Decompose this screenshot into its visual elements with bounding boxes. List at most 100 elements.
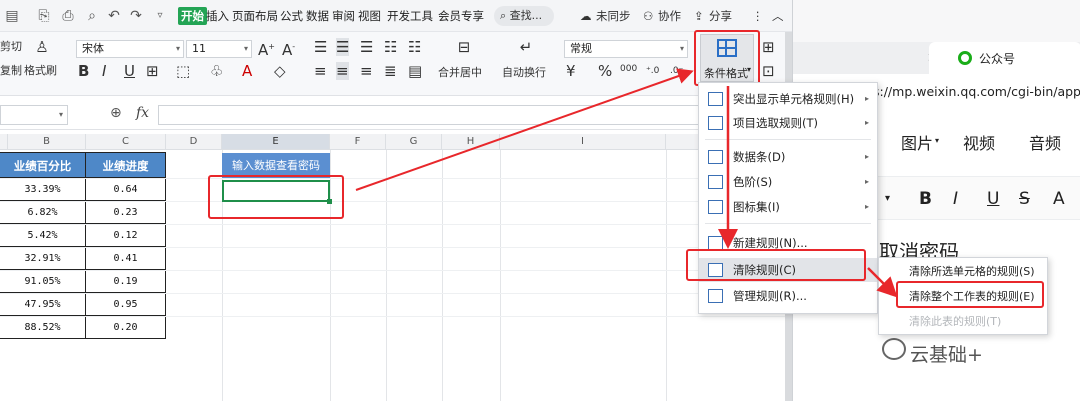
menu-item-highlight-rules[interactable]: 突出显示单元格规则(H) ▸ xyxy=(699,87,877,111)
bold-button[interactable]: B xyxy=(919,189,932,209)
column-header-h[interactable]: H xyxy=(442,134,500,150)
merge-center-button[interactable]: 合并居中 xyxy=(438,66,482,80)
column-header-f[interactable]: F xyxy=(330,134,386,150)
tab-view[interactable]: 视图 xyxy=(357,7,382,25)
column-header-i[interactable]: I xyxy=(500,134,666,150)
table-cell[interactable]: 5.42% xyxy=(0,225,86,247)
tab-developer[interactable]: 开发工具 xyxy=(386,7,434,25)
number-format-select[interactable]: 常规 ▾ xyxy=(564,40,688,58)
menu-item-icon-sets[interactable]: 图标集(I) ▸ xyxy=(699,195,877,219)
tab-insert[interactable]: 插入 xyxy=(205,7,230,25)
cell-style-icon[interactable]: ⊡ xyxy=(762,62,775,80)
redo-icon[interactable]: ↷ xyxy=(126,6,146,26)
browser-tab[interactable]: 公众号 xyxy=(929,42,1080,74)
menu-item-manage-rules[interactable]: 管理规则(R)... xyxy=(699,284,877,308)
italic-icon[interactable]: I xyxy=(102,62,106,80)
align-top-icon[interactable]: ☰ xyxy=(314,38,327,56)
table-cell[interactable]: 47.95% xyxy=(0,294,86,316)
file-icon[interactable]: ▤ xyxy=(2,6,22,26)
format-painter-icon[interactable]: ♙ xyxy=(32,38,52,56)
column-header-b[interactable]: B xyxy=(8,134,86,150)
increase-font-icon[interactable]: A+ xyxy=(258,38,275,59)
table-header-progress[interactable]: 业绩进度 xyxy=(86,152,166,178)
menu-item-data-bars[interactable]: 数据条(D) ▸ xyxy=(699,145,877,169)
formula-input[interactable] xyxy=(158,105,792,125)
strikethrough-button[interactable]: S xyxy=(1019,189,1030,209)
decrease-decimal-icon[interactable]: .0⁻ xyxy=(670,62,683,80)
font-size-select[interactable]: 11 ▾ xyxy=(186,40,252,58)
quick-access-dropdown-icon[interactable]: ▿ xyxy=(150,6,170,26)
merge-center-icon[interactable]: ⊟ xyxy=(452,38,476,56)
align-center-icon[interactable]: ≡ xyxy=(336,62,349,80)
column-header-e[interactable]: E xyxy=(222,134,330,150)
print-icon[interactable]: ⎙ xyxy=(58,6,78,26)
menu-item-top-bottom-rules[interactable]: 项目选取规则(T) ▸ xyxy=(699,111,877,135)
border-icon[interactable]: ⊞ xyxy=(146,62,159,80)
undo-icon[interactable]: ↶ xyxy=(104,6,124,26)
tab-review[interactable]: 审阅 xyxy=(331,7,356,25)
tab-page-layout[interactable]: 页面布局 xyxy=(231,7,279,25)
align-middle-icon[interactable]: ☰ xyxy=(336,38,350,56)
table-cell[interactable]: 91.05% xyxy=(0,271,86,293)
underline-icon[interactable]: U xyxy=(124,62,135,80)
font-color-button[interactable]: A xyxy=(1053,189,1065,209)
tab-data[interactable]: 数据 xyxy=(305,7,330,25)
tab-member[interactable]: 会员专享 xyxy=(437,7,485,25)
outdent-icon[interactable]: ☷ xyxy=(408,38,421,56)
address-bar[interactable]: s://mp.weixin.qq.com/cgi-bin/appm xyxy=(873,84,1080,99)
sync-status[interactable]: 未同步 xyxy=(596,7,631,25)
increase-decimal-icon[interactable]: ⁺.0 xyxy=(646,62,659,80)
column-header-d[interactable]: D xyxy=(166,134,222,150)
italic-button[interactable]: I xyxy=(953,189,958,209)
table-cell[interactable]: 0.64 xyxy=(86,179,166,201)
fill-color-icon[interactable]: ⬚ xyxy=(176,62,190,80)
table-cell[interactable]: 33.39% xyxy=(0,179,86,201)
table-header-percent[interactable]: 业绩百分比 xyxy=(0,152,86,178)
more-icon[interactable]: ⋮ xyxy=(752,7,764,25)
table-cell[interactable]: 32.91% xyxy=(0,248,86,270)
save-icon[interactable]: ⎘ xyxy=(34,6,54,26)
underline-button[interactable]: U xyxy=(987,189,999,209)
decrease-font-icon[interactable]: A- xyxy=(282,38,295,59)
align-bottom-icon[interactable]: ☰ xyxy=(360,38,373,56)
column-header-c[interactable]: C xyxy=(86,134,166,150)
search-box[interactable]: ⌕ 查找... xyxy=(494,6,554,26)
percent-button[interactable]: % xyxy=(598,62,612,80)
cut-button[interactable]: 剪切 xyxy=(0,40,22,54)
distribute-icon[interactable]: ▤ xyxy=(408,62,422,80)
zoom-icon[interactable]: ⊕ xyxy=(110,105,122,121)
thousands-separator-button[interactable]: 000 xyxy=(620,60,637,78)
justify-icon[interactable]: ≣ xyxy=(384,62,397,80)
currency-button[interactable]: ¥ xyxy=(566,62,576,80)
fx-icon[interactable]: fx xyxy=(136,105,149,121)
nav-audio[interactable]: 音频 xyxy=(1029,130,1061,154)
table-cell[interactable]: 0.23 xyxy=(86,202,166,224)
table-cell[interactable]: 0.12 xyxy=(86,225,166,247)
wrap-text-icon[interactable]: ↵ xyxy=(514,38,538,56)
table-style-icon[interactable]: ⊞ xyxy=(762,38,775,56)
column-header-g[interactable]: G xyxy=(386,134,442,150)
clear-format-icon[interactable]: ◇ xyxy=(274,62,286,80)
indent-icon[interactable]: ☷ xyxy=(384,38,397,56)
collaborate-button[interactable]: 协作 xyxy=(658,7,681,25)
tab-home[interactable]: 开始 xyxy=(178,7,207,25)
wrap-text-button[interactable]: 自动换行 xyxy=(502,66,546,80)
table-cell[interactable]: 0.95 xyxy=(86,294,166,316)
copy-button[interactable]: 复制 xyxy=(0,64,22,78)
format-painter-button[interactable]: 格式刷 xyxy=(24,64,57,78)
column-header[interactable] xyxy=(0,134,8,150)
font-color-icon[interactable]: A xyxy=(242,62,252,80)
name-box[interactable]: ▾ xyxy=(0,105,68,125)
bold-icon[interactable]: B xyxy=(78,62,89,80)
table-cell[interactable]: 0.20 xyxy=(86,317,166,339)
table-cell[interactable]: 0.41 xyxy=(86,248,166,270)
table-cell[interactable]: 88.52% xyxy=(0,317,86,339)
table-cell[interactable]: 6.82% xyxy=(0,202,86,224)
nav-video[interactable]: 视频 xyxy=(963,130,995,154)
menu-item-color-scales[interactable]: 色阶(S) ▸ xyxy=(699,170,877,194)
nav-image[interactable]: 图片 xyxy=(901,130,933,154)
collapse-ribbon-icon[interactable]: ︿ xyxy=(772,7,784,25)
font-name-select[interactable]: 宋体 ▾ xyxy=(76,40,184,58)
font-style-icon[interactable]: ♧ xyxy=(210,62,223,80)
print-preview-icon[interactable]: ⌕ xyxy=(82,6,102,26)
